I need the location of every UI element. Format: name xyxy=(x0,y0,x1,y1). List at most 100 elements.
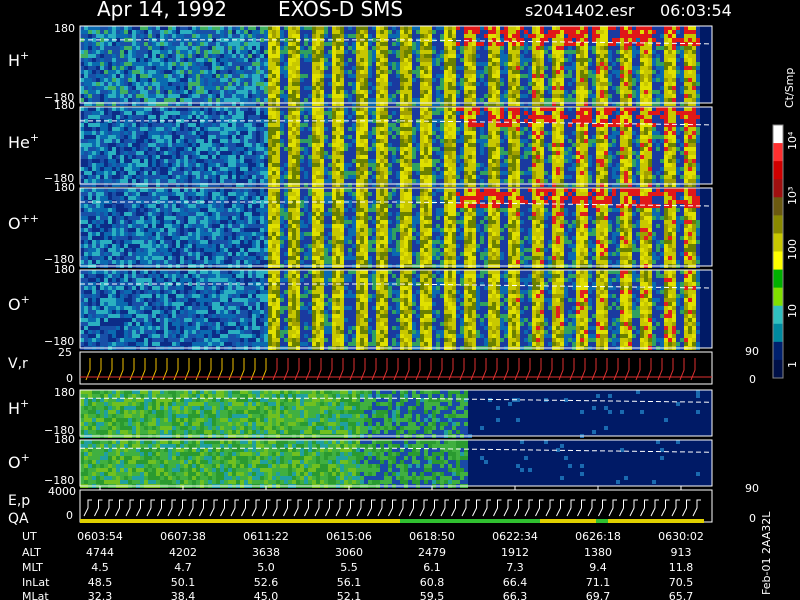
colorbar-swatch-10 xyxy=(773,305,783,325)
tick-op-top: 180 xyxy=(54,263,75,276)
tick-h-top: 180 xyxy=(54,22,75,35)
time-axis-row-label-4: MLat xyxy=(22,590,49,600)
time-axis-cell: 66.4 xyxy=(503,576,528,589)
panel-label-h-plus: H+ xyxy=(8,49,29,70)
colorbar-label-100: 100 xyxy=(786,239,799,260)
time-axis-cell: 3638 xyxy=(252,546,280,559)
tick-vr-bottom: 0 xyxy=(66,372,73,385)
colorbar-label-1e3: 10³ xyxy=(786,187,799,205)
time-axis-cell: 45.0 xyxy=(254,590,279,600)
time-axis-cell: 1912 xyxy=(501,546,529,559)
line-panel-vr xyxy=(79,351,713,385)
time-axis-cell: 0615:06 xyxy=(326,530,372,543)
panel-label-he-plus: He+ xyxy=(8,131,39,152)
time-axis-row-label-3: InLat xyxy=(22,576,50,589)
panel-label-o-plus: O+ xyxy=(8,293,30,314)
colorbar-labels: 10⁴ 10³ 100 10 1 xyxy=(786,131,799,368)
time-axis-cell: 66.3 xyxy=(503,590,528,600)
colorbar-swatch-8 xyxy=(773,269,783,289)
tick-he-top: 180 xyxy=(54,99,75,112)
heatmap-1 xyxy=(79,106,713,187)
heatmap-5 xyxy=(79,389,713,438)
time-axis-row-label-0: UT xyxy=(22,530,37,543)
time-axis-cell: 0603:54 xyxy=(77,530,123,543)
header-date: Apr 14, 1992 xyxy=(97,0,227,21)
colorbar-label-1e4: 10⁴ xyxy=(786,131,799,150)
time-axis-cell: 0607:38 xyxy=(160,530,206,543)
colorbar-swatch-6 xyxy=(773,233,783,252)
tick-ep-bottom: 0 xyxy=(66,509,73,522)
time-axis-cell: 4202 xyxy=(169,546,197,559)
colorbar-label-10: 10 xyxy=(786,304,799,318)
colorbar xyxy=(772,124,784,379)
time-axis-cell: 0618:50 xyxy=(409,530,455,543)
time-axis-cell: 4.5 xyxy=(91,561,109,574)
colorbar-label-1: 1 xyxy=(786,361,799,368)
tick-vr-top: 25 xyxy=(58,346,72,359)
tick-opp-top: 180 xyxy=(54,181,75,194)
rtick-ep-top: 90 xyxy=(745,482,759,495)
panel-label-vr: V,r xyxy=(8,356,28,372)
time-axis-cell: 913 xyxy=(671,546,692,559)
time-axis-cell: 9.4 xyxy=(589,561,607,574)
time-axis-cell: 7.3 xyxy=(506,561,524,574)
spectrogram-figure: Apr 14, 1992 EXOS-D SMS s2041402.esr 06:… xyxy=(8,0,799,600)
time-axis-cell: 65.7 xyxy=(669,590,694,600)
colorbar-swatch-1 xyxy=(773,143,783,162)
heatmap-2 xyxy=(79,187,713,268)
rtick-vr-bottom: 0 xyxy=(749,373,756,386)
line-panel-ep xyxy=(79,489,713,523)
panel-label-o-plusplus: O++ xyxy=(8,212,39,233)
tick-h2-top: 180 xyxy=(54,386,75,399)
right-tick-labels: 90 0 90 0 xyxy=(745,345,759,525)
time-axis-cell: 50.1 xyxy=(171,576,196,589)
y-tick-labels: 180 −180 180 −180 180 −180 180 −180 25 0… xyxy=(44,22,76,522)
time-axis-cell: 69.7 xyxy=(586,590,611,600)
tick-o2-top: 180 xyxy=(54,433,75,446)
time-axis-cell: 48.5 xyxy=(88,576,113,589)
time-axis-cell: 0630:02 xyxy=(658,530,704,543)
rtick-ep-bottom: 0 xyxy=(749,512,756,525)
colorbar-unit: Ct/Smp xyxy=(783,68,796,108)
heatmap-6 xyxy=(79,439,713,488)
heatmap-0 xyxy=(79,25,713,106)
colorbar-swatch-2 xyxy=(773,161,783,180)
colorbar-swatch-13 xyxy=(773,359,783,379)
colorbar-swatch-0 xyxy=(773,125,783,144)
colorbar-swatch-3 xyxy=(773,179,783,198)
time-axis-cell: 52.1 xyxy=(337,590,362,600)
time-axis-cell: 5.0 xyxy=(257,561,275,574)
colorbar-swatch-11 xyxy=(773,323,783,343)
time-axis-cell: 0622:34 xyxy=(492,530,538,543)
panel-label-o-plus-lower: O+ xyxy=(8,451,30,472)
time-axis-cell: 60.8 xyxy=(420,576,445,589)
colorbar-swatch-5 xyxy=(773,215,783,234)
header-file: s2041402.esr xyxy=(525,1,635,20)
colorbar-swatch-7 xyxy=(773,251,783,271)
time-axis-cell: 11.8 xyxy=(669,561,694,574)
time-axis-cell: 0626:18 xyxy=(575,530,621,543)
heatmap-3 xyxy=(79,269,713,350)
colorbar-swatch-12 xyxy=(773,341,783,361)
time-axis-cell: 2479 xyxy=(418,546,446,559)
footer-side-note: Feb-01 2AA32L xyxy=(760,511,773,595)
header-instrument: EXOS-D SMS xyxy=(278,0,403,21)
panel-label-qa: QA xyxy=(8,511,29,527)
time-axis-cell: 6.1 xyxy=(423,561,441,574)
time-axis-cell: 3060 xyxy=(335,546,363,559)
time-axis-cell: 70.5 xyxy=(669,576,694,589)
rtick-vr-top: 90 xyxy=(745,345,759,358)
ep-frame xyxy=(79,489,713,523)
colorbar-swatch-9 xyxy=(773,287,783,307)
time-axis-cell: 4744 xyxy=(86,546,114,559)
time-axis-row-label-1: ALT xyxy=(22,546,41,559)
time-axis-cell: 0611:22 xyxy=(243,530,289,543)
time-axis-cell: 5.5 xyxy=(340,561,358,574)
panels-group xyxy=(79,25,713,523)
tick-ep-top: 4000 xyxy=(48,485,76,498)
panel-label-ep: E,p xyxy=(8,493,30,509)
time-axis-cell: 71.1 xyxy=(586,576,611,589)
time-axis-cell: 32.3 xyxy=(88,590,113,600)
panel-labels: H+ He+ O++ O+ V,r H+ O+ E,p QA xyxy=(8,49,39,527)
panel-label-h-plus-lower: H+ xyxy=(8,397,29,418)
